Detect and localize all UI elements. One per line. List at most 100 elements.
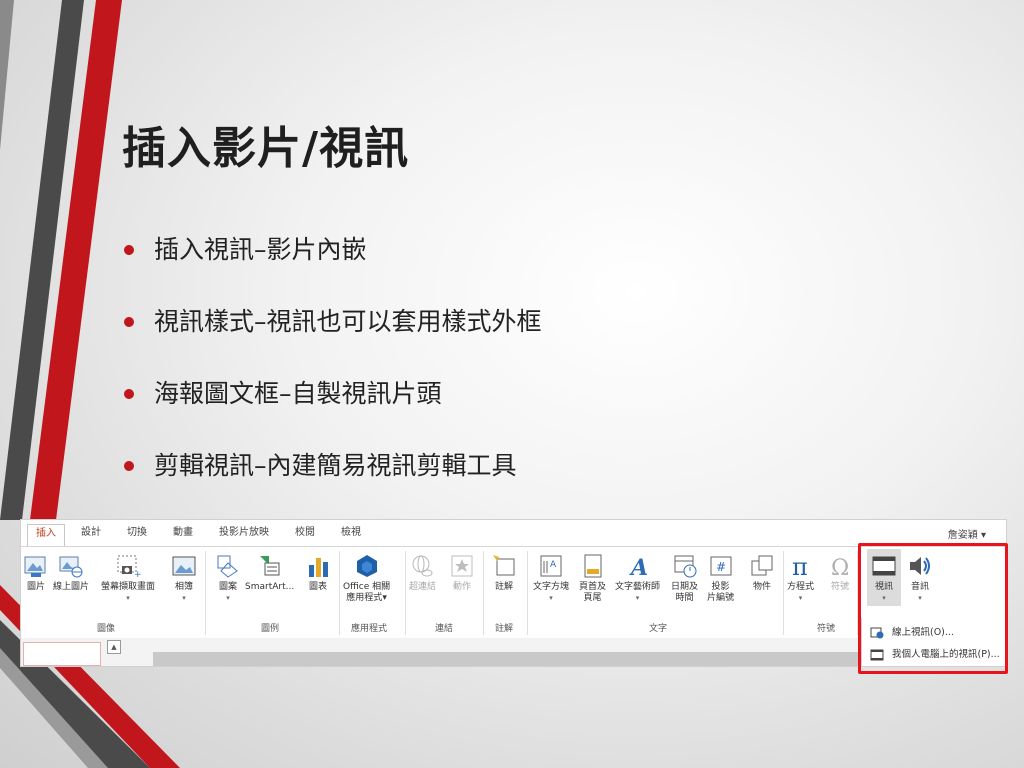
picture-button[interactable]: 圖片	[23, 553, 49, 593]
screenshot-icon: +	[117, 555, 141, 579]
comment-button[interactable]: 註解	[491, 553, 517, 593]
bullet-item: 視訊樣式–視訊也可以套用樣式外框	[122, 304, 542, 340]
action-label: 動作	[452, 582, 471, 592]
equation-label: 方程式	[787, 582, 815, 592]
group-separator	[205, 551, 206, 635]
star-action-icon	[451, 555, 473, 577]
datetime-button[interactable]: 日期及 時間	[671, 553, 698, 604]
smartart-label: SmartArt...	[245, 582, 295, 592]
ribbon-tabs: 插入 設計 切換 動畫 投影片放映 校閱 檢視 詹姿穎 ▾	[21, 520, 1006, 546]
bullet-text: 視訊樣式–視訊也可以套用樣式外框	[154, 307, 542, 336]
datetime-label: 日期及	[671, 582, 699, 592]
bullet-text: 插入視訊–影片內嵌	[154, 235, 367, 264]
slide-number-button[interactable]: # 投影 片編號	[707, 553, 734, 604]
dropdown-arrow-icon: ▾	[798, 594, 803, 602]
shapes-icon	[217, 555, 238, 578]
header-footer-label-2: 頁尾	[583, 593, 602, 603]
group-label-symbols: 符號	[817, 624, 836, 634]
svg-text:Ω: Ω	[831, 556, 849, 579]
equation-button[interactable]: π 方程式 ▾	[787, 553, 814, 604]
scroll-up-icon[interactable]: ▲	[107, 640, 121, 654]
pi-icon: π	[792, 553, 808, 579]
screenshot-button[interactable]: + 螢幕擷取畫面 ▾	[101, 553, 155, 604]
dropdown-arrow-icon: ▾	[382, 593, 387, 603]
group-label-apps: 應用程式	[351, 624, 388, 634]
album-label: 相簿	[174, 582, 193, 592]
symbol-label: 符號	[830, 582, 849, 592]
dropdown-arrow-icon: ▾	[635, 594, 640, 602]
bullet-item: 剪輯視訊–內建簡易視訊剪輯工具	[122, 448, 542, 484]
tab-review[interactable]: 校閱	[287, 524, 323, 546]
shapes-button[interactable]: 圖案 ▾	[215, 553, 241, 604]
slide-number-icon: #	[710, 556, 731, 576]
album-button[interactable]: 相簿 ▾	[171, 553, 197, 604]
shapes-label: 圖案	[218, 582, 237, 592]
hyperlink-icon	[412, 555, 432, 577]
tab-animations[interactable]: 動畫	[165, 524, 201, 546]
hyperlink-button[interactable]: 超連結	[409, 553, 436, 593]
tab-slideshow[interactable]: 投影片放映	[211, 524, 277, 546]
object-icon	[751, 555, 773, 576]
header-footer-icon	[584, 554, 601, 578]
user-name-text: 詹姿穎	[947, 530, 978, 541]
bullet-text: 海報圖文框–自製視訊片頭	[154, 379, 442, 408]
object-button[interactable]: 物件	[749, 553, 775, 593]
group-separator	[405, 551, 406, 635]
tab-design[interactable]: 設計	[73, 524, 109, 546]
user-name[interactable]: 詹姿穎 ▾	[948, 526, 986, 541]
bullet-list: 插入視訊–影片內嵌 視訊樣式–視訊也可以套用樣式外框 海報圖文框–自製視訊片頭 …	[122, 232, 542, 520]
symbol-button[interactable]: Ω 符號	[827, 553, 853, 593]
omega-icon: Ω	[831, 556, 849, 579]
header-footer-button[interactable]: 頁首及 頁尾	[579, 553, 606, 604]
group-label-images: 圖像	[97, 624, 116, 634]
chart-button[interactable]: 圖表	[305, 553, 331, 593]
group-label-links: 連結	[435, 624, 454, 634]
office-apps-label-2: 應用程式	[346, 593, 383, 603]
object-label: 物件	[752, 582, 771, 592]
screenshot-label: 螢幕擷取畫面	[101, 582, 156, 592]
svg-text:A: A	[629, 555, 648, 579]
comment-label: 註解	[494, 582, 513, 592]
textbox-icon: A	[540, 555, 562, 577]
comment-icon	[493, 555, 515, 576]
bullet-dot-icon	[124, 461, 134, 471]
chart-label: 圖表	[308, 582, 327, 592]
chevron-down-icon: ▾	[980, 530, 986, 541]
slide-number-label: 投影	[711, 582, 730, 592]
online-picture-button[interactable]: 線上圖片	[53, 553, 89, 593]
wordart-button[interactable]: A 文字藝術師 ▾	[615, 553, 660, 604]
wordart-icon: A	[629, 555, 648, 579]
group-separator	[339, 551, 340, 635]
svg-text:+: +	[134, 570, 141, 579]
online-picture-label: 線上圖片	[53, 582, 90, 592]
photo-album-icon	[172, 556, 196, 576]
svg-text:#: #	[716, 560, 726, 574]
datetime-label-2: 時間	[675, 593, 694, 603]
group-label-comments: 註解	[495, 624, 514, 634]
textbox-label: 文字方塊	[533, 582, 570, 592]
office-apps-icon	[356, 555, 377, 577]
group-separator	[527, 551, 528, 635]
tab-transitions[interactable]: 切換	[119, 524, 155, 546]
tab-view[interactable]: 檢視	[333, 524, 369, 546]
group-separator	[783, 551, 784, 635]
bullet-item: 海報圖文框–自製視訊片頭	[122, 376, 542, 412]
action-button[interactable]: 動作	[449, 553, 475, 593]
header-footer-label: 頁首及	[579, 582, 607, 592]
dropdown-arrow-icon: ▾	[226, 594, 230, 602]
dropdown-arrow-icon: ▾	[126, 594, 130, 602]
chart-icon	[309, 558, 328, 577]
tab-insert[interactable]: 插入	[27, 524, 65, 546]
slide-thumbnail[interactable]	[23, 642, 101, 666]
office-apps-label: Office 相關	[343, 582, 391, 592]
bullet-dot-icon	[124, 389, 134, 399]
office-apps-button[interactable]: Office 相關 應用程式▾	[343, 553, 390, 604]
group-separator	[483, 551, 484, 635]
textbox-button[interactable]: A 文字方塊 ▾	[533, 553, 569, 604]
svg-text:A: A	[550, 560, 557, 570]
online-picture-icon	[59, 556, 83, 578]
bullet-dot-icon	[124, 317, 134, 327]
smartart-button[interactable]: SmartArt...	[245, 553, 294, 593]
picture-icon	[24, 556, 46, 577]
bullet-item: 插入視訊–影片內嵌	[122, 232, 542, 268]
